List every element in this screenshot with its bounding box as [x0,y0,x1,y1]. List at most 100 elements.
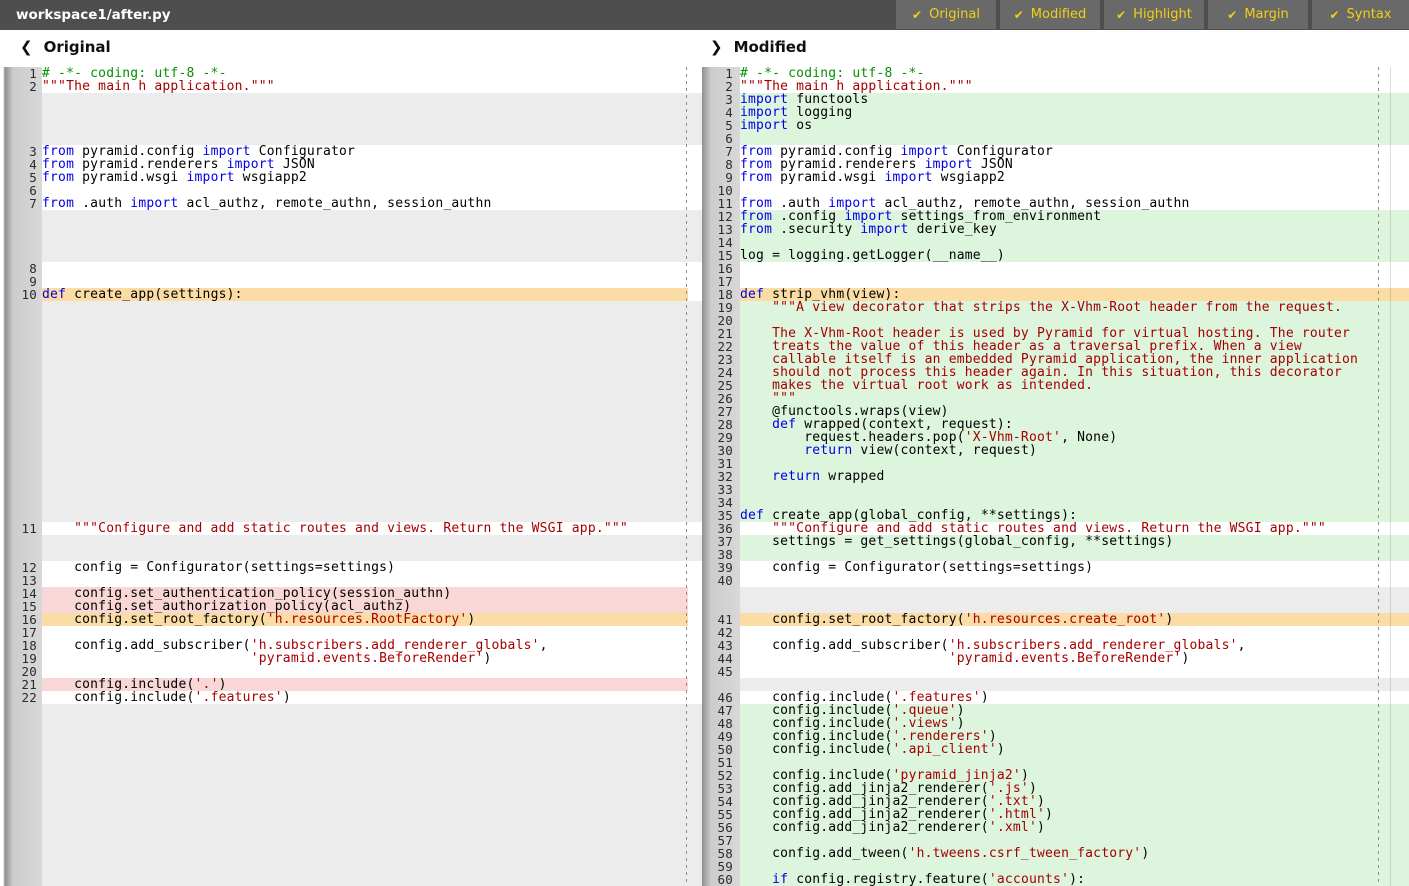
diff-row: 9from pyramid.wsgi import wsgiapp2 [702,171,1409,184]
code-token: import [740,119,788,132]
code-token: 'pyramid_jinja2' [893,769,1021,782]
line-number [0,704,42,717]
code-line [42,470,688,483]
pane-headers: ❮ Original ❯ Modified [0,30,1409,67]
code-line: config.set_authentication_policy(session… [42,587,688,600]
pane-edge-strip [688,366,702,379]
diff-row: 23 callable itself is an embedded Pyrami… [702,353,1409,366]
line-number: 1 [702,67,740,80]
pane-edge-strip [688,587,702,600]
diff-row [0,483,702,496]
code-line [740,665,1409,678]
pane-edge-strip [688,301,702,314]
code-token: ) [1141,847,1149,860]
code-line: config = Configurator(settings=settings) [740,561,1409,574]
diff-row: 1# -*- coding: utf-8 -*- [702,67,1409,80]
original-pane[interactable]: 1# -*- coding: utf-8 -*-2"""The main h a… [0,67,702,886]
code-token: ) [1045,808,1053,821]
code-token: config.set_root_factory( [42,613,267,626]
diff-area: 1# -*- coding: utf-8 -*-2"""The main h a… [0,67,1409,886]
code-line [42,249,688,262]
code-line: config = Configurator(settings=settings) [42,561,688,574]
toggle-syntax-button[interactable]: ✔Syntax [1312,0,1409,29]
code-token: pyramid.renderers [74,158,227,171]
line-number: 7 [0,197,42,210]
code-line: from pyramid.config import Configurator [740,145,1409,158]
code-line: import os [740,119,1409,132]
pane-edge-strip [688,782,702,795]
code-line: # -*- coding: utf-8 -*- [42,67,688,80]
pane-edge-strip [688,197,702,210]
code-line: if config.registry.feature('accounts'): [740,873,1409,886]
line-number [0,119,42,132]
code-line: """Configure and add static routes and v… [740,522,1409,535]
pane-edge-strip [688,860,702,873]
code-line: def strip_vhm(view): [740,288,1409,301]
pane-edge-strip [688,704,702,717]
code-token: '.features' [893,691,981,704]
toggle-margin-button[interactable]: ✔Margin [1208,0,1308,29]
code-line: def wrapped(context, request): [740,418,1409,431]
pane-edge-strip [688,470,702,483]
line-number: 45 [702,665,740,678]
code-token: callable itself is an embedded Pyramid a… [740,353,1358,366]
diff-row: 25 makes the virtual root work as intend… [702,379,1409,392]
pane-edge-strip [688,353,702,366]
diff-row [0,808,702,821]
diff-row: 2"""The main h application.""" [0,80,702,93]
code-token: ) [957,704,965,717]
code-line: The X-Vhm-Root header is used by Pyramid… [740,327,1409,340]
line-number [0,795,42,808]
code-line: """A view decorator that strips the X-Vh… [740,301,1409,314]
toggle-highlight-button[interactable]: ✔Highlight [1104,0,1204,29]
code-line [42,795,688,808]
pane-edge-strip [688,431,702,444]
code-line: config.include('.renderers') [740,730,1409,743]
line-number [0,301,42,314]
code-line: return wrapped [740,470,1409,483]
code-line [740,600,1409,613]
code-token: config.include( [42,691,195,704]
code-token: '.html' [989,808,1045,821]
diff-viewer-window: workspace1/after.py ✔Original ✔Modified … [0,0,1409,886]
code-token: import [186,171,234,184]
code-line [42,743,688,756]
code-token: 'accounts' [989,873,1069,886]
code-line [42,119,688,132]
line-number: 7 [702,145,740,158]
pane-edge-strip [688,639,702,652]
diff-row [702,587,1409,600]
code-token: ) [219,678,227,691]
code-token: makes the virtual root work as intended. [740,379,1093,392]
code-token: .auth [74,197,130,210]
code-token: ) [1037,795,1045,808]
code-line: log = logging.getLogger(__name__) [740,249,1409,262]
modified-pane[interactable]: 1# -*- coding: utf-8 -*-2"""The main h a… [702,67,1409,886]
check-icon: ✔ [1116,9,1126,21]
pane-edge-strip [688,574,702,587]
code-token: , None) [1061,431,1117,444]
code-token: '.features' [195,691,283,704]
code-line: config.include('.api_client') [740,743,1409,756]
diff-row [0,327,702,340]
pane-edge-strip [688,548,702,561]
diff-row [0,405,702,418]
code-token: """The main h application.""" [42,80,275,93]
window-title: workspace1/after.py [0,7,896,23]
diff-row [0,730,702,743]
code-line: from .auth import acl_authz, remote_auth… [42,197,688,210]
toggle-modified-button[interactable]: ✔Modified [1000,0,1100,29]
code-token: '.js' [989,782,1029,795]
code-token: ) [1021,769,1029,782]
toggle-original-button[interactable]: ✔Original [896,0,996,29]
code-line: config.add_jinja2_renderer('.html') [740,808,1409,821]
code-token: config.include( [740,730,893,743]
code-token: , [1238,639,1246,652]
toggle-syntax-label: Syntax [1347,7,1392,22]
diff-row: 56 config.add_jinja2_renderer('.xml') [702,821,1409,834]
code-line [42,431,688,444]
line-number: 11 [0,522,42,535]
code-token: wrapped [820,470,884,483]
code-line [42,262,688,275]
code-line [740,483,1409,496]
